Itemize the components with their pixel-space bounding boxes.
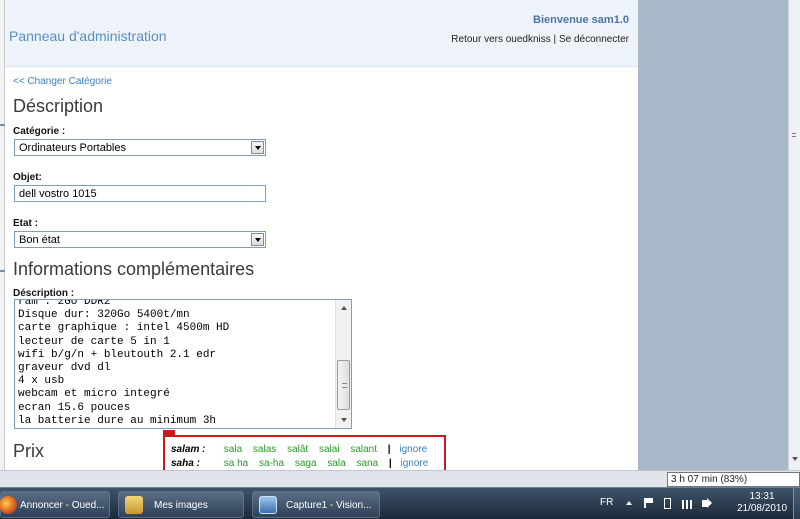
- state-value: Bon état: [19, 234, 60, 246]
- change-category-link[interactable]: << Changer Catégorie: [13, 76, 112, 87]
- clock-date: 21/08/2010: [736, 503, 788, 514]
- network-signal-icon[interactable]: [682, 500, 694, 509]
- price-section-title: Prix: [13, 441, 44, 461]
- grip-icon: [792, 133, 796, 137]
- clock[interactable]: 13:31 21/08/2010: [734, 491, 790, 515]
- taskbar: Annoncer - Oued... Mes images Capture1 -…: [0, 487, 800, 519]
- back-to-site-link[interactable]: Retour vers ouedkniss: [451, 34, 551, 45]
- suggestion[interactable]: salât: [287, 444, 308, 455]
- suggestion[interactable]: saga: [295, 458, 317, 469]
- state-select[interactable]: Bon état: [14, 231, 266, 248]
- scroll-thumb[interactable]: [337, 360, 350, 410]
- category-value: Ordinateurs Portables: [19, 142, 126, 154]
- separator: |: [387, 444, 391, 455]
- description-text[interactable]: ram : 2Go DDR2 Disque dur: 320Go 5400t/mn…: [18, 299, 334, 428]
- taskbar-button-label: Capture1 - Vision...: [286, 500, 372, 511]
- separator: |: [388, 458, 392, 469]
- info-section-title: Informations complémentaires: [13, 259, 255, 279]
- ignore-link[interactable]: ignore: [399, 444, 427, 455]
- spellcheck-popup: salam : sala salas salât salai salant | …: [163, 435, 446, 470]
- suggestion[interactable]: salai: [319, 444, 340, 455]
- state-label: Etat :: [13, 218, 38, 229]
- clock-time: 13:31: [749, 491, 775, 502]
- description-partial-line: ram : 2Go DDR2: [18, 299, 111, 308]
- taskbar-button-my-pictures[interactable]: Mes images: [118, 491, 244, 518]
- taskbar-button-firefox[interactable]: Annoncer - Oued...: [0, 491, 110, 518]
- page-background-right: [638, 0, 788, 470]
- browser-scrollbar[interactable]: [788, 0, 800, 470]
- image-viewer-icon: [259, 496, 277, 514]
- language-indicator[interactable]: FR: [600, 497, 613, 508]
- grip-icon: [342, 383, 347, 388]
- welcome-text: Bienvenue sam1.0: [533, 14, 629, 26]
- description-label: Déscription :: [13, 288, 75, 299]
- chevron-down-icon[interactable]: [251, 233, 264, 246]
- page-title: Panneau d'administration: [9, 28, 167, 44]
- link-separator: |: [550, 34, 559, 45]
- show-hidden-icons-icon[interactable]: [626, 501, 632, 505]
- description-textarea[interactable]: ram : 2Go DDR2 Disque dur: 320Go 5400t/mn…: [14, 299, 352, 429]
- scroll-up-icon[interactable]: [336, 300, 351, 316]
- suggestion[interactable]: sa-ha: [259, 458, 284, 469]
- scroll-down-icon[interactable]: [792, 457, 798, 461]
- scroll-down-icon[interactable]: [336, 412, 351, 428]
- battery-tooltip: 3 h 07 min (83%) restante(s): [667, 472, 800, 498]
- page-header: Panneau d'administration Bienvenue sam1.…: [5, 0, 638, 67]
- volume-icon[interactable]: [702, 500, 707, 507]
- spellcheck-row: salam : sala salas salât salai salant | …: [171, 444, 427, 455]
- suggestion[interactable]: salas: [253, 444, 276, 455]
- taskbar-button-label: Mes images: [154, 500, 208, 511]
- logout-link[interactable]: Se déconnecter: [559, 34, 629, 45]
- suggestion[interactable]: sa ha: [224, 458, 248, 469]
- firefox-icon: [0, 496, 17, 514]
- description-section-title: Déscription: [13, 96, 104, 116]
- description-scrollbar[interactable]: [335, 300, 351, 428]
- chevron-down-icon[interactable]: [251, 141, 264, 154]
- taskbar-button-label: Annoncer - Oued...: [20, 500, 105, 511]
- object-label: Objet:: [13, 172, 42, 183]
- spellcheck-row: saha : sa ha sa-ha saga sala sana | igno…: [171, 458, 428, 469]
- header-links: Retour vers ouedkniss | Se déconnecter: [451, 34, 629, 45]
- suggestion[interactable]: sala: [224, 444, 242, 455]
- misspelled-word: salam :: [171, 444, 206, 455]
- suggestion[interactable]: salant: [350, 444, 377, 455]
- system-tray: FR 13:31 21/08/2010: [594, 488, 800, 519]
- object-input[interactable]: [14, 185, 266, 202]
- taskbar-button-image-viewer[interactable]: Capture1 - Vision...: [252, 491, 380, 518]
- action-center-flag-icon[interactable]: [644, 498, 654, 508]
- ignore-link[interactable]: ignore: [401, 458, 429, 469]
- battery-icon[interactable]: [664, 498, 671, 509]
- folder-icon: [125, 496, 143, 514]
- suggestion[interactable]: sana: [356, 458, 378, 469]
- category-select[interactable]: Ordinateurs Portables: [14, 139, 266, 156]
- misspelled-word: saha :: [171, 458, 200, 469]
- category-label: Catégorie :: [13, 126, 66, 137]
- suggestion[interactable]: sala: [327, 458, 345, 469]
- description-lines: Disque dur: 320Go 5400t/mn carte graphiq…: [18, 309, 230, 427]
- show-desktop-button[interactable]: [793, 488, 800, 519]
- admin-page: Panneau d'administration Bienvenue sam1.…: [5, 0, 638, 470]
